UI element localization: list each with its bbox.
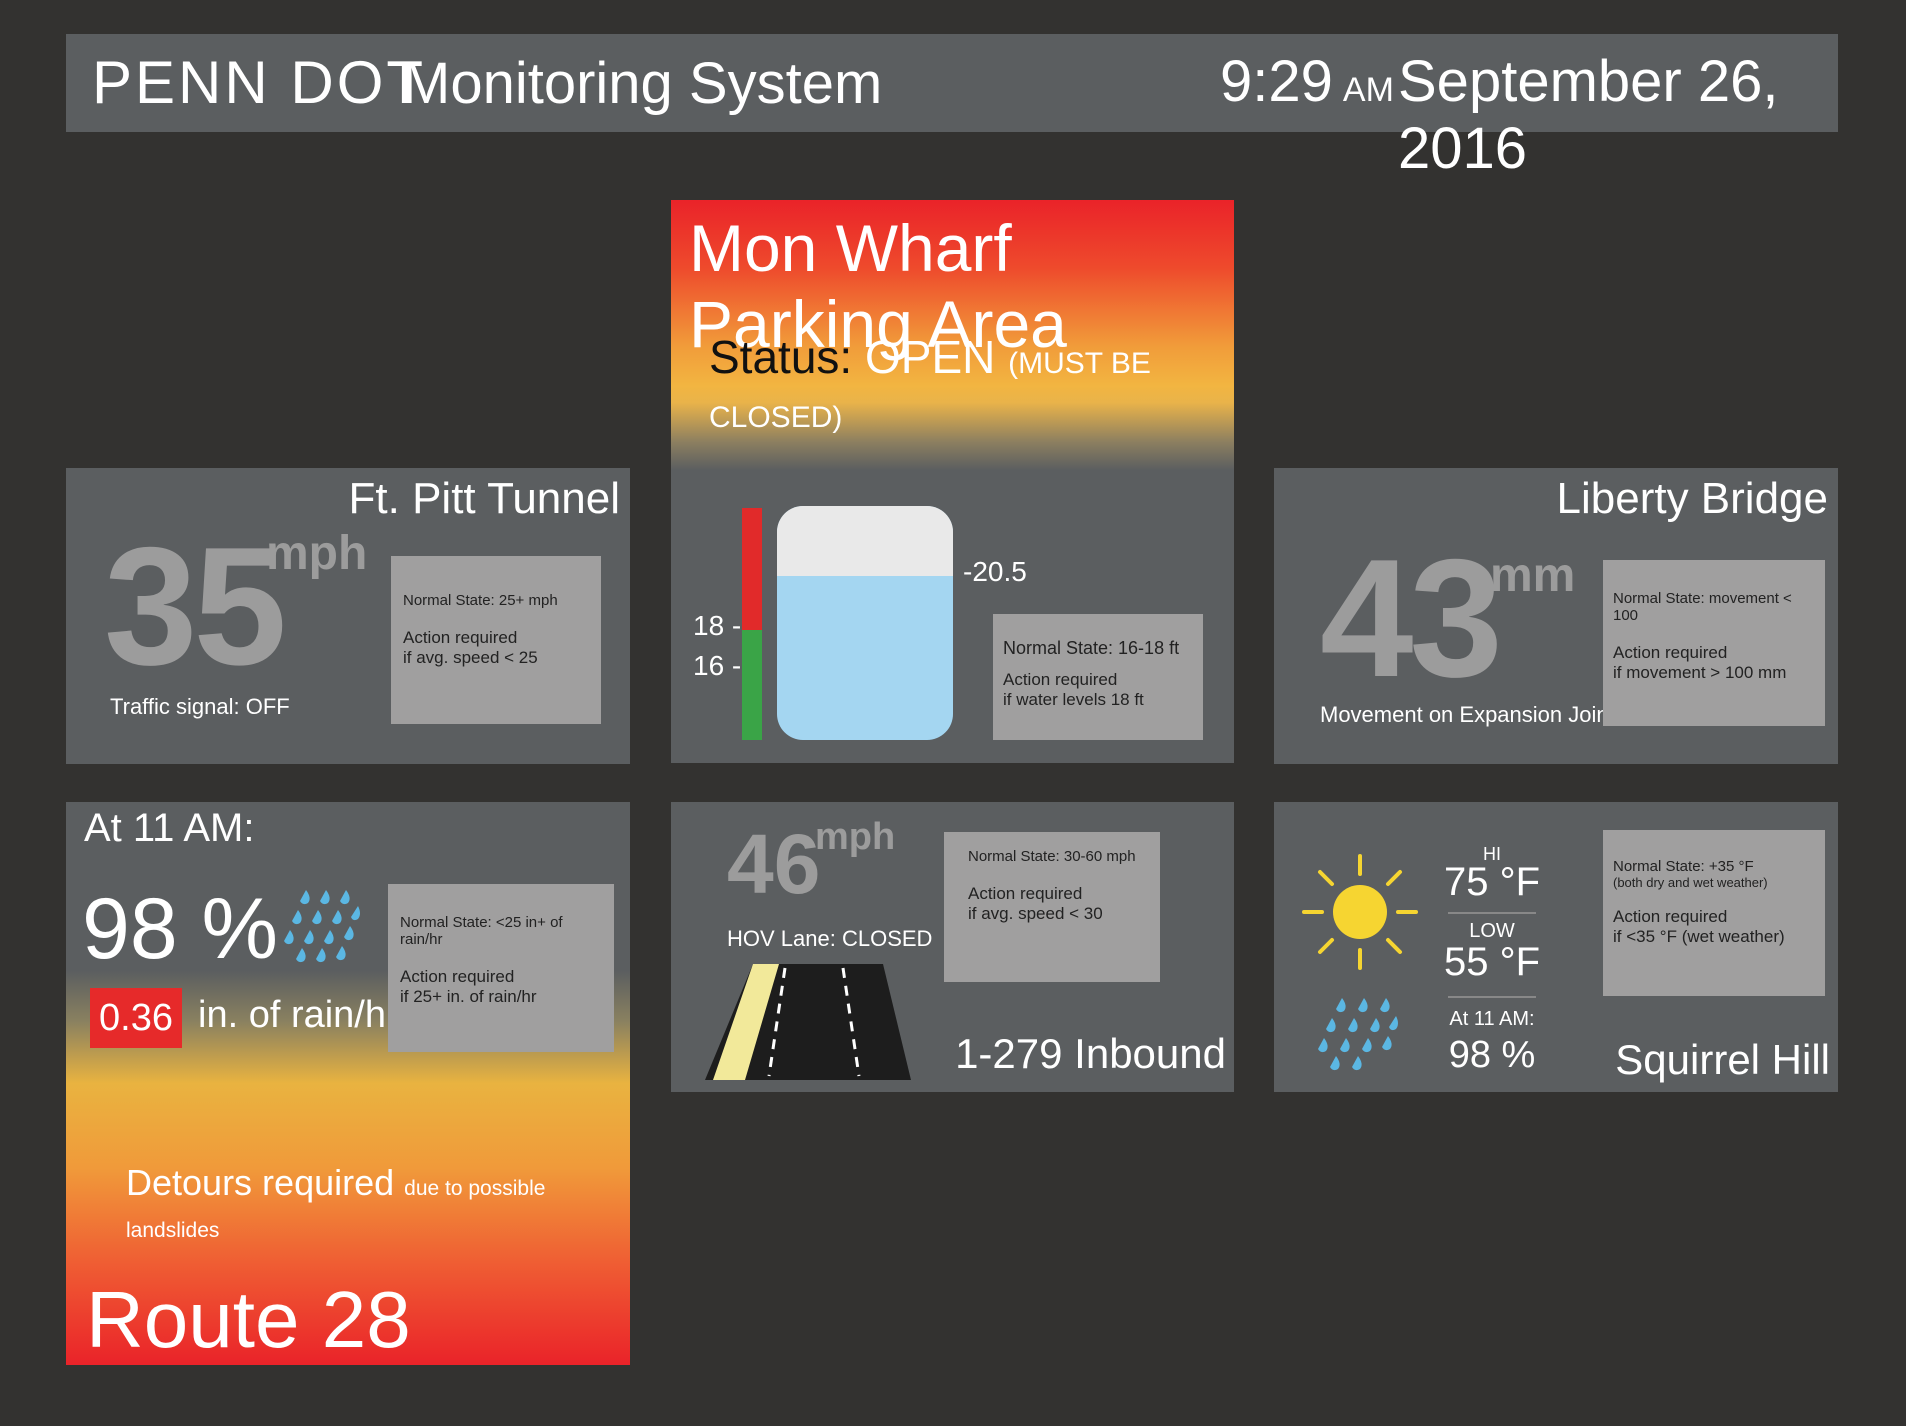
action-condition-text: if 25+ in. of rain/hr bbox=[400, 987, 537, 1007]
normal-state-text: Normal State: 30-60 mph bbox=[968, 848, 1136, 865]
route-28-panel[interactable]: At 11 AM: 98 % 0.36 in. of rain/hr Norma… bbox=[66, 802, 630, 1365]
panel-title: 1-279 Inbound bbox=[955, 1030, 1226, 1077]
brand-title: PENN DOT bbox=[92, 49, 427, 116]
gauge-normal-zone bbox=[742, 630, 762, 740]
action-required-text: Action required bbox=[1613, 643, 1728, 662]
liberty-bridge-panel[interactable]: Liberty Bridge 43 mm Movement on Expansi… bbox=[1274, 468, 1838, 764]
high-temp-value: 75 °F bbox=[1443, 860, 1541, 904]
detour-notice: Detours required due to possible landsli… bbox=[126, 1162, 630, 1246]
gauge-alert-zone bbox=[742, 508, 762, 630]
action-condition-text: if <35 °F (wet weather) bbox=[1613, 927, 1785, 947]
action-required-text: Action required bbox=[968, 884, 1083, 903]
movement-value: 43 bbox=[1320, 524, 1503, 712]
rain-chance-value: 98 % bbox=[1448, 1034, 1536, 1076]
water-tank-gauge bbox=[777, 506, 953, 740]
water-level-value: -20.5 bbox=[963, 556, 1027, 587]
i-279-info-box: Normal State: 30-60 mph Action required … bbox=[944, 832, 1160, 982]
parking-status: Status: OPEN (MUST BE CLOSED) bbox=[709, 330, 1234, 438]
low-temp-value: 55 °F bbox=[1443, 940, 1541, 984]
gauge-tick-18: 18 - bbox=[693, 610, 742, 641]
rain-icon bbox=[276, 886, 362, 971]
normal-state-text: Normal State: 16-18 ft bbox=[1003, 638, 1180, 658]
rain-icon bbox=[1312, 994, 1402, 1079]
divider bbox=[1448, 996, 1536, 998]
speed-value: 35 bbox=[104, 512, 287, 700]
rain-rate-badge: 0.36 bbox=[90, 988, 182, 1048]
movement-caption: Movement on Expansion Joints bbox=[1320, 702, 1626, 727]
liberty-info-box: Normal State: movement < 100 Action requ… bbox=[1603, 560, 1825, 726]
forecast-time-label: At 11 AM: bbox=[84, 806, 255, 850]
rain-chance-value: 98 % bbox=[82, 881, 279, 977]
speed-unit: mph bbox=[815, 816, 896, 858]
rain-rate-unit: in. of rain/hr bbox=[198, 994, 399, 1036]
panel-title: Route 28 Inbound bbox=[86, 1275, 411, 1364]
action-condition-text: if avg. speed < 30 bbox=[968, 904, 1103, 924]
panel-title: Ft. Pitt Tunnel bbox=[348, 474, 620, 523]
action-required-text: Action required bbox=[1003, 670, 1118, 689]
mon-wharf-info-box: Normal State: 16-18 ft Action required i… bbox=[993, 614, 1203, 740]
divider bbox=[1448, 912, 1536, 914]
action-required-text: Action required bbox=[403, 628, 518, 647]
sun-icon bbox=[1302, 854, 1418, 975]
system-title: Monitoring System bbox=[402, 51, 883, 116]
normal-state-text: Normal State: movement < 100 bbox=[1613, 590, 1792, 624]
route-28-info-box: Normal State: <25 in+ of rain/hr Action … bbox=[388, 884, 614, 1052]
header-bar: PENN DOT Monitoring System 9:29 AM Septem… bbox=[66, 34, 1838, 181]
status-label: Status: bbox=[709, 331, 853, 383]
squirrel-hill-info-box: Normal State: +35 °F (both dry and wet w… bbox=[1603, 830, 1825, 996]
status-value: OPEN bbox=[864, 331, 996, 383]
time-ampm: AM bbox=[1342, 71, 1394, 109]
time-value: 9:29 bbox=[1220, 49, 1333, 114]
panel-title: Squirrel Hill bbox=[1615, 1036, 1830, 1083]
panel-title: Liberty Bridge bbox=[1556, 474, 1828, 523]
squirrel-hill-panel[interactable]: HI 75 °F LOW 55 °F At 11 AM: 98 % Normal… bbox=[1274, 802, 1838, 1092]
gauge-tick-16: 16 - bbox=[693, 650, 742, 681]
forecast-time-label: At 11 AM: bbox=[1449, 1008, 1535, 1030]
action-condition-text: if avg. speed < 25 bbox=[403, 648, 538, 668]
hov-lane-status: HOV Lane: CLOSED bbox=[727, 926, 933, 951]
clock-time: 9:29 AM bbox=[1220, 48, 1394, 115]
action-required-text: Action required bbox=[400, 967, 515, 986]
road-icon bbox=[705, 962, 915, 1089]
tank-empty-portion bbox=[777, 506, 953, 577]
normal-state-text: Normal State: <25 in+ of rain/hr bbox=[400, 914, 563, 948]
action-required-text: Action required bbox=[1613, 907, 1728, 926]
normal-state-note: (both dry and wet weather) bbox=[1613, 875, 1768, 890]
ft-pitt-info-box: Normal State: 25+ mph Action required if… bbox=[391, 556, 601, 724]
mon-wharf-panel[interactable]: Mon Wharf Parking Area Status: OPEN (MUS… bbox=[671, 200, 1234, 763]
detour-text: Detours required bbox=[126, 1162, 395, 1203]
movement-unit: mm bbox=[1490, 549, 1576, 602]
action-condition-text: if water levels 18 ft bbox=[1003, 689, 1144, 709]
action-condition-text: if movement > 100 mm bbox=[1613, 663, 1787, 683]
normal-state-text: Normal State: 25+ mph bbox=[403, 592, 558, 609]
i-279-panel[interactable]: 46 mph HOV Lane: CLOSED Normal State: 30… bbox=[671, 802, 1234, 1092]
traffic-signal-status: Traffic signal: OFF bbox=[110, 694, 290, 719]
speed-value: 46 bbox=[727, 817, 821, 911]
clock-date: September 26, 2016 bbox=[1398, 49, 1779, 181]
normal-state-text: Normal State: +35 °F bbox=[1613, 858, 1754, 875]
ft-pitt-tunnel-panel[interactable]: Ft. Pitt Tunnel 35 mph Traffic signal: O… bbox=[66, 468, 630, 764]
speed-unit: mph bbox=[266, 527, 368, 580]
